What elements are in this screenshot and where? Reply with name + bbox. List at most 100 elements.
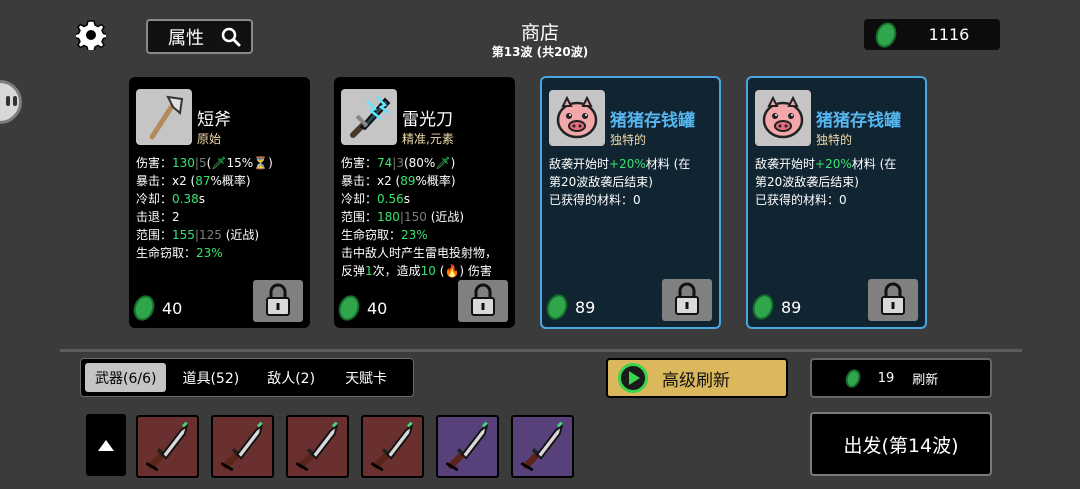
price-tag: 89 — [543, 291, 596, 323]
shop-card[interactable]: 猪猪存钱罐 独特的 敌袭开始时+20%材料 (在 第20波敌袭后结束) 已获得的材料：0… — [746, 76, 927, 329]
attributes-button[interactable]: 属性 — [146, 19, 253, 54]
item-stats: 伤害：74|3(80%🗡) 暴击：x2 (89%概率) 冷却：0.56s 范围：180… — [341, 154, 513, 280]
weapon-slot[interactable] — [361, 415, 424, 478]
stat-text: 130 — [172, 156, 195, 170]
tab-talent-cards[interactable]: 天赋卡 — [329, 359, 403, 396]
stat-text: 敌袭开始时 — [755, 157, 816, 171]
price-value: 40 — [162, 298, 183, 318]
stat-line: 伤害：74|3(80%🗡) — [341, 154, 513, 172]
material-coin-icon — [543, 291, 571, 323]
stat-line: 冷却：0.56s — [341, 190, 513, 208]
stat-text: 89 — [400, 174, 416, 188]
stat-text: s — [403, 192, 410, 206]
stat-text: 0.56 — [377, 192, 404, 206]
stat-text: 暴击：x2 ( — [136, 174, 196, 188]
stat-text: 反弹 — [341, 264, 366, 278]
item-tags: 精准,元素 — [402, 132, 454, 146]
lock-icon[interactable] — [662, 279, 712, 321]
knife-icon — [288, 417, 347, 480]
stat-text: 冷却： — [136, 192, 173, 206]
shop-card[interactable]: 雷光刀精准,元素伤害：74|3(80%🗡) 暴击：x2 (89%概率) 冷却：0.5… — [334, 77, 515, 328]
weapon-slot[interactable] — [511, 415, 574, 478]
play-icon — [618, 363, 648, 393]
stat-text: 15% — [226, 156, 254, 170]
advanced-refresh-label: 高级刷新 — [662, 370, 730, 391]
stat-text: 冷却： — [341, 192, 378, 206]
item-tags: 原始 — [197, 132, 222, 146]
item-name: 雷光刀 — [402, 110, 453, 130]
section-divider — [60, 349, 1022, 352]
reroll-button[interactable]: 19 刷新 — [810, 358, 992, 398]
stat-text: ⏳ — [253, 156, 269, 170]
stat-line: 敌袭开始时+20%材料 (在 — [549, 155, 721, 173]
advanced-refresh-button[interactable]: 高级刷新 — [606, 358, 788, 398]
stat-line: 冷却：0.38s — [136, 190, 308, 208]
stat-line: 击退：2 — [136, 208, 308, 226]
stat-text: 🗡 — [211, 156, 227, 170]
price-tag: 89 — [749, 291, 801, 323]
side-menu-tab[interactable] — [0, 80, 22, 124]
materials-value: 1116 — [928, 25, 970, 44]
stat-line: 生命窃取：23% — [341, 226, 513, 244]
item-tags: 独特的 — [816, 133, 853, 147]
material-coin-icon — [130, 292, 158, 324]
item-name: 猪猪存钱罐 — [816, 111, 901, 131]
search-icon — [221, 27, 241, 46]
stat-text: 第20波敌袭后结束) — [549, 175, 653, 189]
axe-icon — [136, 89, 192, 145]
stat-line: 范围：155|125 (近战) — [136, 226, 308, 244]
stat-text: 5 — [198, 156, 207, 170]
stat-text: %概率) — [210, 174, 251, 188]
knife-icon — [513, 417, 572, 480]
shop-title: 商店 — [520, 22, 559, 44]
start-next-wave-button[interactable]: 出发(第14波) — [810, 412, 992, 476]
lock-icon[interactable] — [868, 279, 918, 321]
lock-icon[interactable] — [458, 280, 508, 322]
stat-text: 伤害： — [136, 156, 173, 170]
reroll-label: 刷新 — [912, 372, 939, 388]
settings-gear-icon[interactable] — [73, 20, 109, 52]
stat-text: 范围： — [341, 210, 378, 224]
stat-line: 生命窃取：23% — [136, 244, 308, 262]
attributes-label: 属性 — [168, 27, 204, 49]
stat-text: 暴击：x2 ( — [341, 174, 401, 188]
price-value: 89 — [575, 297, 596, 317]
stat-text: 已获得的材料：0 — [755, 193, 847, 207]
stat-text: %概率) — [415, 174, 456, 188]
weapon-slot[interactable] — [136, 415, 199, 478]
item-name: 短斧 — [197, 110, 231, 130]
price-tag: 40 — [335, 292, 387, 324]
lock-icon[interactable] — [253, 280, 303, 322]
weapon-slot[interactable] — [436, 415, 499, 478]
piggy-bank-icon — [549, 90, 605, 146]
stat-text: 150 — [403, 210, 427, 224]
weapon-slot[interactable] — [286, 415, 349, 478]
weapon-slot[interactable] — [211, 415, 274, 478]
item-tags: 独特的 — [610, 133, 647, 147]
shop-card[interactable]: 短斧 原始 伤害：130|5(🗡15%⏳) 暴击：x2 (87%概率) 冷却：0.38s… — [129, 77, 310, 328]
knife-icon — [363, 417, 422, 480]
stat-text: +20% — [609, 157, 646, 171]
tab-weapons[interactable]: 武器(6/6) — [85, 363, 167, 392]
stat-text: 击退：2 — [136, 210, 180, 224]
stat-text: ) — [450, 156, 456, 170]
stat-text: 已获得的材料：0 — [549, 193, 641, 207]
stat-line: 已获得的材料：0 — [549, 191, 721, 209]
stat-text: (近战) — [426, 210, 465, 224]
tab-enemies[interactable]: 敌人(2) — [253, 359, 329, 396]
stat-text: 材料 (在 — [851, 157, 897, 171]
stat-text: 0.38 — [172, 192, 199, 206]
stat-line: 击中敌人时产生雷电投射物， — [341, 244, 513, 262]
stat-line: 敌袭开始时+20%材料 (在 — [755, 155, 927, 173]
stat-text: 23% — [401, 228, 428, 242]
scroll-up-button[interactable] — [86, 414, 126, 476]
stat-line: 反弹1次，造成10 (🔥) 伤害 — [341, 262, 513, 280]
price-tag: 40 — [130, 292, 183, 324]
knife-icon — [138, 417, 197, 480]
tab-items[interactable]: 道具(52) — [166, 359, 253, 396]
stat-text: 次，造成 — [372, 264, 421, 278]
wave-indicator: 第13波 (共20波) — [491, 45, 589, 59]
stat-line: 已获得的材料：0 — [755, 191, 927, 209]
stat-text: 155 — [172, 228, 195, 242]
shop-card[interactable]: 猪猪存钱罐 独特的 敌袭开始时+20%材料 (在 第20波敌袭后结束) 已获得的材料：0… — [540, 76, 721, 329]
